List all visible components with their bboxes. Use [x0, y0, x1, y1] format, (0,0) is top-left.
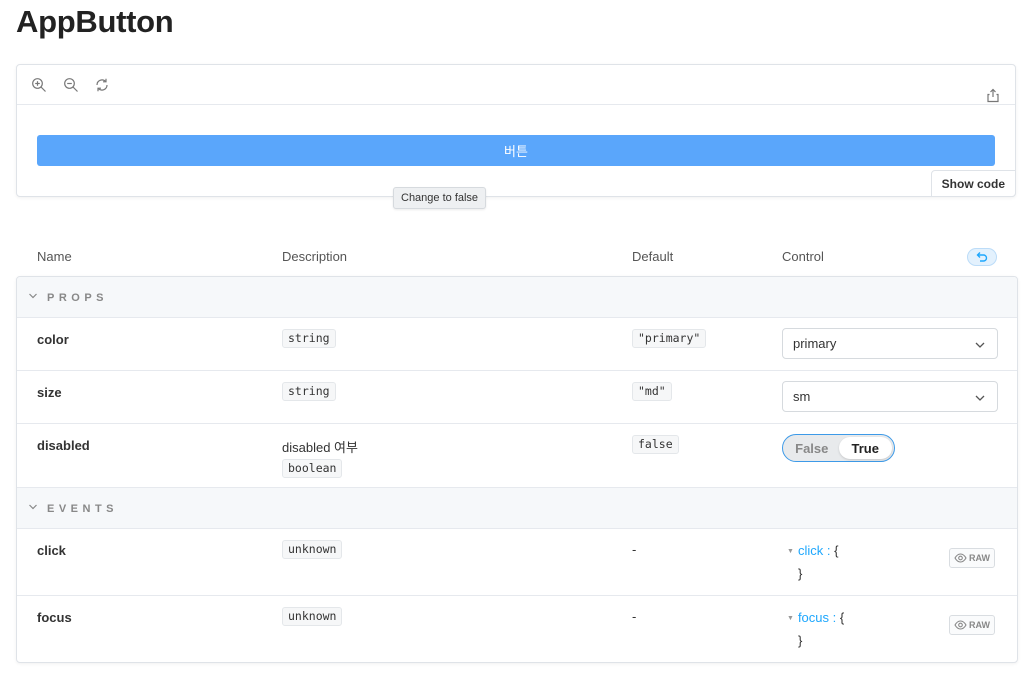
column-header-control: Control	[782, 249, 824, 264]
raw-label: RAW	[969, 620, 990, 630]
undo-icon	[976, 251, 988, 263]
event-type: unknown	[282, 607, 343, 626]
event-type: unknown	[282, 540, 343, 559]
chevron-down-icon	[29, 293, 37, 299]
zoom-out-icon[interactable]	[63, 77, 79, 93]
tooltip: Change to false	[393, 187, 487, 209]
event-object[interactable]: ▼ focus : { }	[787, 607, 844, 652]
chevron-down-icon	[975, 395, 985, 401]
app-button[interactable]: 버튼	[37, 135, 995, 166]
chevron-down-icon	[29, 504, 37, 510]
prop-default: false	[632, 435, 679, 454]
event-name: focus	[37, 610, 72, 625]
event-default: -	[632, 609, 637, 624]
event-object[interactable]: ▼ click : { }	[787, 540, 838, 585]
prop-name: disabled	[37, 438, 90, 453]
object-key: focus	[797, 610, 830, 625]
raw-label: RAW	[969, 553, 990, 563]
expand-triangle-icon[interactable]: ▼	[787, 615, 794, 622]
event-name: click	[37, 543, 66, 558]
event-default: -	[632, 542, 637, 557]
eye-icon	[954, 553, 967, 563]
raw-button[interactable]: RAW	[949, 615, 995, 635]
prop-type: boolean	[282, 459, 343, 478]
disabled-toggle[interactable]: False True	[782, 434, 895, 462]
prop-name: color	[37, 332, 69, 347]
section-props[interactable]: PROPS	[17, 277, 1017, 318]
select-value: primary	[793, 336, 837, 351]
toggle-option-false[interactable]: False	[785, 437, 839, 459]
table-row: size string "md" sm	[17, 371, 1017, 424]
object-key: click	[797, 543, 824, 558]
column-header-description: Description	[282, 249, 348, 264]
table-row: focus unknown - ▼ focus : { } RAW	[17, 596, 1017, 662]
table-row: disabled disabled 여부 boolean false False…	[17, 424, 1017, 488]
section-label: EVENTS	[47, 503, 119, 515]
raw-button[interactable]: RAW	[949, 548, 995, 568]
section-label: PROPS	[47, 292, 109, 304]
column-header-default: Default	[632, 249, 674, 264]
chevron-down-icon	[975, 342, 985, 348]
prop-type: string	[282, 382, 336, 401]
table-row: color string "primary" primary	[17, 318, 1017, 371]
select-value: sm	[793, 389, 811, 404]
reset-zoom-icon[interactable]	[94, 77, 110, 93]
prop-description: disabled 여부	[282, 440, 358, 455]
prop-type: string	[282, 329, 336, 348]
size-select[interactable]: sm	[782, 381, 998, 412]
table-row: click unknown - ▼ click : { } RAW	[17, 529, 1017, 596]
zoom-in-icon[interactable]	[31, 77, 47, 93]
section-events[interactable]: EVENTS	[17, 488, 1017, 529]
column-header-name: Name	[37, 249, 72, 264]
color-select[interactable]: primary	[782, 328, 998, 359]
prop-name: size	[37, 385, 62, 400]
page-title: AppButton	[16, 4, 174, 39]
expand-triangle-icon[interactable]: ▼	[787, 548, 794, 555]
preview-canvas: 버튼 Show code	[16, 64, 1016, 197]
show-code-button[interactable]: Show code	[930, 170, 1016, 197]
toggle-option-true[interactable]: True	[838, 437, 892, 459]
preview-toolbar	[17, 65, 1015, 105]
eye-icon	[954, 620, 967, 630]
args-table: PROPS color string "primary" primary siz…	[16, 276, 1018, 663]
reset-controls-button[interactable]	[967, 248, 997, 266]
prop-default: "primary"	[632, 329, 707, 348]
share-icon[interactable]	[985, 87, 1001, 103]
prop-default: "md"	[632, 382, 672, 401]
